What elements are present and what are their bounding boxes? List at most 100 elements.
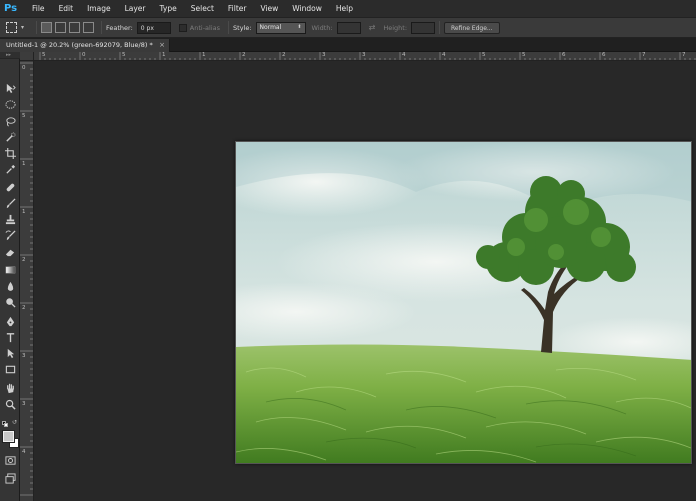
ruler-number: 4 — [442, 52, 446, 58]
type-tool[interactable] — [3, 330, 17, 344]
style-select[interactable]: Normal ⬍ — [255, 21, 306, 34]
feather-input[interactable]: 0 px — [136, 21, 171, 34]
chevron-updown-icon: ⬍ — [297, 24, 302, 30]
chevron-down-icon: ▾ — [21, 24, 25, 31]
menu-edit[interactable]: Edit — [52, 0, 81, 17]
move-tool[interactable] — [3, 81, 17, 95]
menu-file[interactable]: File — [25, 0, 52, 17]
separator — [101, 21, 102, 34]
quick-mask-button[interactable] — [3, 453, 17, 467]
options-bar: ▾ Feather: 0 px Anti-alias Style: Normal… — [0, 17, 696, 38]
new-selection-icon[interactable] — [41, 22, 52, 33]
marquee-preset-icon — [6, 22, 17, 33]
ruler-number: 3 — [22, 401, 26, 407]
ruler-number: 2 — [282, 52, 286, 58]
crop-tool[interactable] — [3, 146, 17, 160]
screen-mode-button[interactable] — [3, 471, 17, 485]
height-label: Height: — [383, 23, 408, 32]
pen-tool[interactable] — [3, 314, 17, 328]
document-tab[interactable]: Untitled-1 @ 20.2% (green-692079, Blue/8… — [0, 39, 170, 52]
ruler-number: 5 — [522, 52, 526, 58]
foreground-color-swatch[interactable] — [2, 430, 15, 443]
collapse-icon[interactable]: ▸▸ — [6, 52, 11, 58]
menu-help[interactable]: Help — [329, 0, 360, 17]
anti-alias-checkbox[interactable] — [178, 23, 187, 32]
brush-tool[interactable] — [3, 196, 17, 210]
menu-view[interactable]: View — [253, 0, 285, 17]
height-input[interactable] — [411, 21, 436, 34]
ruler-number: 7 — [642, 52, 646, 58]
screen-mode-icon — [4, 472, 16, 484]
photoshop-window: Ps File Edit Image Layer Type Select Fil… — [0, 0, 696, 501]
rectangle-tool[interactable] — [3, 362, 17, 376]
eraser-tool[interactable] — [3, 245, 17, 259]
menu-select[interactable]: Select — [184, 0, 221, 17]
dodge-icon — [5, 297, 16, 308]
droplet-icon — [7, 281, 13, 291]
horizontal-ruler[interactable]: 5 0 5 1 1 2 2 3 3 4 4 5 5 6 6 7 7 — [34, 52, 696, 61]
eyedropper-icon — [5, 164, 15, 174]
dodge-tool[interactable] — [3, 295, 17, 309]
clone-stamp-tool[interactable] — [3, 212, 17, 226]
width-input[interactable] — [336, 21, 361, 34]
swap-colors-icon[interactable]: ↺ — [12, 419, 17, 426]
ruler-number: 5 — [22, 113, 26, 119]
menu-filter[interactable]: Filter — [221, 0, 254, 17]
ruler-number: 1 — [22, 161, 26, 167]
menu-layer[interactable]: Layer — [118, 0, 153, 17]
refine-edge-button[interactable]: Refine Edge... — [444, 21, 500, 34]
brush-icon — [6, 197, 16, 208]
quick-selection-tool[interactable] — [3, 130, 17, 144]
menu-window[interactable]: Window — [285, 0, 329, 17]
arrow-icon — [7, 348, 14, 358]
close-icon[interactable]: × — [159, 39, 165, 52]
style-label: Style: — [233, 23, 252, 32]
swap-width-height-icon[interactable]: ⇄ — [369, 23, 376, 32]
intersect-selection-icon[interactable] — [83, 22, 94, 33]
lasso-icon — [5, 116, 16, 126]
gradient-tool[interactable] — [3, 262, 17, 276]
bandage-icon — [6, 183, 14, 191]
tools-panel: ▸▸ ↺ — [0, 52, 20, 501]
document-canvas[interactable] — [235, 141, 692, 464]
ruler-number: 1 — [22, 209, 26, 215]
healing-brush-tool[interactable] — [3, 180, 17, 194]
quick-selection-icon — [5, 132, 15, 142]
ruler-number: 6 — [602, 52, 606, 58]
ellipse-marquee-icon — [4, 99, 16, 109]
ruler-number: 2 — [22, 257, 26, 263]
zoom-icon — [5, 399, 16, 410]
move-icon — [6, 83, 16, 93]
default-colors-icon[interactable] — [2, 421, 8, 427]
ruler-number: 5 — [42, 52, 46, 58]
menu-image[interactable]: Image — [80, 0, 118, 17]
style-select-value: Normal — [259, 24, 282, 31]
separator — [228, 21, 230, 34]
vertical-ruler[interactable]: 0 5 1 1 2 2 3 3 4 — [20, 61, 34, 501]
path-selection-tool[interactable] — [3, 346, 17, 360]
ruler-origin[interactable] — [20, 52, 34, 61]
lasso-tool[interactable] — [3, 114, 17, 128]
ruler-number: 6 — [562, 52, 566, 58]
ruler-number: 5 — [122, 52, 126, 58]
eyedropper-tool[interactable] — [3, 162, 17, 176]
separator — [439, 21, 441, 34]
history-brush-icon — [5, 229, 16, 240]
ruler-number: 1 — [202, 52, 206, 58]
menu-bar: Ps File Edit Image Layer Type Select Fil… — [0, 0, 696, 17]
landscape-photo — [236, 142, 691, 463]
panel-grip[interactable]: ▸▸ — [0, 52, 20, 59]
add-to-selection-icon[interactable] — [55, 22, 66, 33]
hand-icon — [6, 383, 14, 393]
history-brush-tool[interactable] — [3, 228, 17, 242]
zoom-tool[interactable] — [3, 397, 17, 411]
subtract-from-selection-icon[interactable] — [69, 22, 80, 33]
document-tab-title: Untitled-1 @ 20.2% (green-692079, Blue/8… — [6, 41, 153, 49]
marquee-tool[interactable] — [3, 97, 17, 111]
menu-type[interactable]: Type — [153, 0, 184, 17]
pen-icon — [6, 316, 14, 326]
ruler-number: 7 — [682, 52, 686, 58]
hand-tool[interactable] — [3, 381, 17, 395]
tool-preset-picker[interactable]: ▾ — [6, 20, 32, 35]
blur-tool[interactable] — [3, 279, 17, 293]
